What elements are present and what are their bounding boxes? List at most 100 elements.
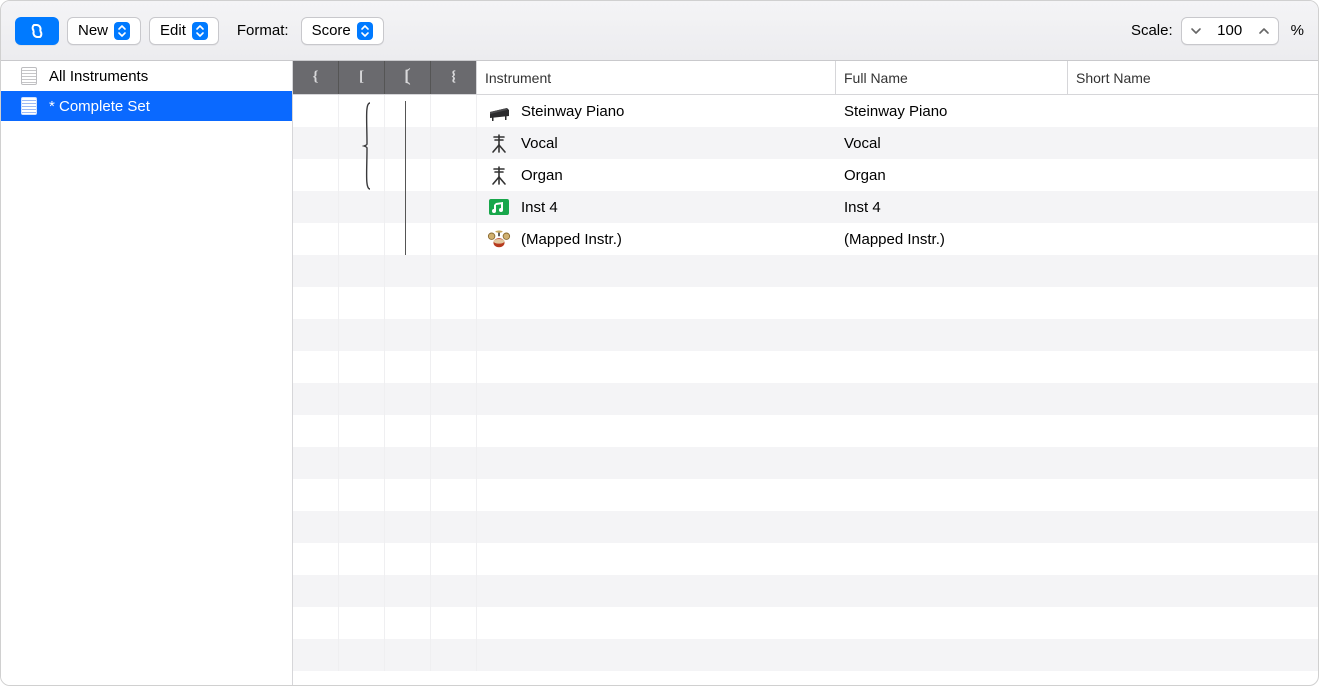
instrument-name: Inst 4	[521, 199, 558, 216]
table-row-empty	[293, 383, 1318, 415]
updown-caret-icon	[357, 22, 373, 40]
bracket-cell[interactable]	[339, 127, 385, 159]
bracket-cell	[431, 543, 477, 575]
bracket-cell	[431, 607, 477, 639]
cell-instrument[interactable]: Steinway Piano	[477, 99, 836, 123]
bracket-column-header[interactable]: 𝄕	[385, 61, 431, 94]
bracket-cell[interactable]	[385, 223, 431, 255]
bracket-cell	[293, 639, 339, 671]
sidebar-item[interactable]: * Complete Set	[1, 91, 292, 121]
bracket-cell	[293, 351, 339, 383]
bracket-cell	[431, 287, 477, 319]
cell-full-name[interactable]: (Mapped Instr.)	[836, 231, 1068, 248]
table-row[interactable]: (Mapped Instr.) (Mapped Instr.)	[293, 223, 1318, 255]
score-sets-window: New Edit Format: Score Scale: 100	[0, 0, 1319, 686]
bracket-cell	[293, 607, 339, 639]
grid-body[interactable]: Steinway Piano Steinway Piano Vocal Vocal Or…	[293, 95, 1318, 685]
bracket-cell	[339, 543, 385, 575]
bracket-cell	[385, 479, 431, 511]
bracket-cell	[431, 511, 477, 543]
bracket-cell	[385, 383, 431, 415]
bracket-cell[interactable]	[385, 95, 431, 127]
bracket-cell[interactable]	[339, 95, 385, 127]
table-row-empty	[293, 575, 1318, 607]
bracket-cell	[293, 383, 339, 415]
format-label: Format:	[227, 22, 293, 39]
scale-decrement[interactable]	[1186, 20, 1206, 42]
col-header-instrument[interactable]: Instrument	[477, 61, 836, 94]
cell-instrument[interactable]: (Mapped Instr.)	[477, 227, 836, 251]
sidebar-item[interactable]: All Instruments	[1, 61, 292, 91]
bracket-cell[interactable]	[385, 159, 431, 191]
chevron-up-icon	[1258, 25, 1270, 37]
chevron-down-icon	[1190, 25, 1202, 37]
bracket-cell	[293, 479, 339, 511]
edit-menu-button[interactable]: Edit	[149, 17, 219, 45]
bracket-cell[interactable]	[385, 127, 431, 159]
instrument-name: Vocal	[521, 135, 558, 152]
new-menu-button[interactable]: New	[67, 17, 141, 45]
cell-instrument[interactable]: Organ	[477, 163, 836, 187]
cell-full-name[interactable]: Inst 4	[836, 199, 1068, 216]
bracket-cell[interactable]	[431, 159, 477, 191]
instrument-name: (Mapped Instr.)	[521, 231, 622, 248]
bracket-cell[interactable]	[339, 191, 385, 223]
bracket-cell[interactable]	[339, 159, 385, 191]
cell-full-name[interactable]: Organ	[836, 167, 1068, 184]
link-icon	[26, 22, 48, 40]
main-area: All Instruments * Complete Set {[𝄕𝄔 Instr…	[1, 61, 1318, 685]
table-row[interactable]: Steinway Piano Steinway Piano	[293, 95, 1318, 127]
bracket-cell	[385, 607, 431, 639]
table-row-empty	[293, 351, 1318, 383]
table-row[interactable]: Inst 4 Inst 4	[293, 191, 1318, 223]
bracket-cell	[431, 319, 477, 351]
cell-instrument[interactable]: Inst 4	[477, 195, 836, 219]
piano-icon	[487, 99, 511, 123]
bracket-cell	[431, 639, 477, 671]
bracket-cell	[293, 287, 339, 319]
col-header-full-name[interactable]: Full Name	[836, 61, 1068, 94]
scale-value[interactable]: 100	[1206, 22, 1254, 39]
bracket-cell	[431, 575, 477, 607]
bracket-cell	[431, 447, 477, 479]
bracket-cell	[339, 479, 385, 511]
bracket-cell[interactable]	[293, 159, 339, 191]
sidebar-item-label: All Instruments	[49, 68, 148, 85]
bracket-cell[interactable]	[431, 223, 477, 255]
bracket-cell[interactable]	[293, 223, 339, 255]
link-button[interactable]	[15, 17, 59, 45]
bracket-cell	[431, 255, 477, 287]
table-row[interactable]: Vocal Vocal	[293, 127, 1318, 159]
cell-full-name[interactable]: Vocal	[836, 135, 1068, 152]
bracket-cell[interactable]	[431, 95, 477, 127]
bracket-cell[interactable]	[431, 127, 477, 159]
instrument-name: Organ	[521, 167, 563, 184]
bracket-cell[interactable]	[431, 191, 477, 223]
table-row-empty	[293, 319, 1318, 351]
cell-full-name[interactable]: Steinway Piano	[836, 103, 1068, 120]
scale-increment[interactable]	[1254, 20, 1274, 42]
bracket-cell	[339, 511, 385, 543]
instrument-name: Steinway Piano	[521, 103, 624, 120]
table-row[interactable]: Organ Organ	[293, 159, 1318, 191]
percent-label: %	[1287, 22, 1304, 39]
scale-stepper[interactable]: 100	[1181, 17, 1279, 45]
bracket-cell[interactable]	[293, 191, 339, 223]
instrument-panel: {[𝄕𝄔 Instrument Full Name Short Name	[293, 61, 1318, 685]
bracket-column-header[interactable]: {	[293, 61, 339, 94]
bracket-cell[interactable]	[293, 95, 339, 127]
format-select[interactable]: Score	[301, 17, 384, 45]
cell-instrument[interactable]: Vocal	[477, 131, 836, 155]
col-header-short-name[interactable]: Short Name	[1068, 61, 1318, 94]
bracket-cell[interactable]	[339, 223, 385, 255]
bracket-cell	[385, 415, 431, 447]
bracket-cell[interactable]	[385, 191, 431, 223]
stand-icon	[487, 131, 511, 155]
bracket-cell	[385, 351, 431, 383]
bracket-cell	[339, 287, 385, 319]
bracket-column-header[interactable]: 𝄔	[431, 61, 477, 94]
bracket-cell	[431, 383, 477, 415]
bracket-column-header[interactable]: [	[339, 61, 385, 94]
bracket-cell	[339, 639, 385, 671]
bracket-cell[interactable]	[293, 127, 339, 159]
